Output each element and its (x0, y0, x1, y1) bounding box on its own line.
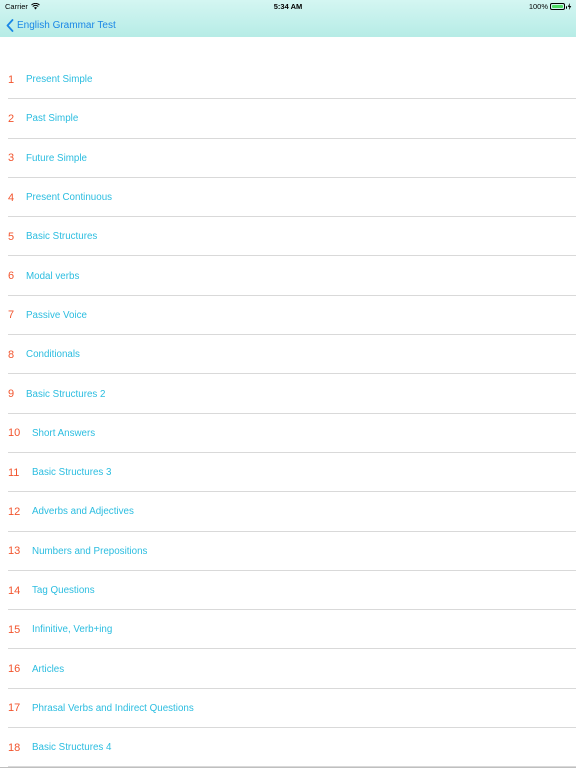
list-item[interactable]: 4 Present Continuous (0, 178, 576, 218)
item-number: 5 (8, 230, 15, 243)
list-item[interactable]: 15 Infinitive, Verb+ing (0, 610, 576, 650)
item-number: 7 (8, 309, 15, 322)
item-number: 9 (8, 388, 15, 401)
item-number: 18 (8, 741, 21, 754)
chevron-left-icon (6, 18, 14, 32)
item-number: 10 (8, 427, 21, 440)
item-title: Phrasal Verbs and Indirect Questions (32, 702, 194, 714)
header-bar: Carrier 5:34 AM 100% English Grammar Tes… (0, 0, 576, 37)
item-title: Short Answers (32, 427, 96, 439)
back-button-label: English Grammar Test (17, 19, 116, 31)
list-item[interactable]: 14 Tag Questions (0, 571, 576, 611)
item-title: Articles (32, 663, 65, 675)
item-title: Basic Structures 2 (26, 388, 106, 400)
status-bar: Carrier 5:34 AM 100% (0, 0, 576, 12)
item-title: Past Simple (26, 113, 79, 125)
list-item[interactable]: 2 Past Simple (0, 99, 576, 139)
item-number: 4 (8, 191, 15, 204)
list-item[interactable]: 6 Modal verbs (0, 256, 576, 297)
list-item[interactable]: 11 Basic Structures 3 (0, 453, 576, 493)
list-item[interactable]: 8 Conditionals (0, 335, 576, 375)
item-number: 1 (8, 73, 15, 86)
list-item[interactable]: 1 Present Simple (0, 60, 576, 100)
item-number: 14 (8, 584, 21, 597)
item-title: Basic Structures (26, 231, 98, 243)
navigation-bar: English Grammar Test (0, 14, 576, 36)
item-title: Basic Structures 3 (32, 467, 112, 479)
list-item[interactable]: 9 Basic Structures 2 (0, 374, 576, 414)
lesson-list: 1 Present Simple 2 Past Simple 3 Future Sim… (0, 60, 576, 768)
list-item[interactable]: 3 Future Simple (0, 139, 576, 179)
item-title: Infinitive, Verb+ing (32, 624, 113, 636)
item-number: 2 (8, 112, 15, 125)
item-number: 12 (8, 505, 21, 518)
item-title: Present Continuous (26, 192, 113, 204)
list-item[interactable]: 13 Numbers and Prepositions (0, 532, 576, 572)
item-title: Adverbs and Adjectives (32, 506, 134, 518)
item-title: Basic Structures 4 (32, 742, 112, 754)
item-title: Passive Voice (26, 309, 87, 321)
status-time: 5:34 AM (273, 2, 303, 11)
item-number: 16 (8, 663, 21, 676)
item-title: Conditionals (26, 349, 80, 361)
item-title: Present Simple (26, 74, 93, 86)
list-item[interactable]: 18 Basic Structures 4 (0, 728, 576, 768)
item-number: 17 (8, 702, 21, 715)
item-number: 13 (8, 545, 21, 558)
item-title: Numbers and Prepositions (32, 545, 148, 557)
charging-icon (567, 3, 572, 10)
back-button[interactable]: English Grammar Test (6, 18, 116, 32)
battery-indicator: 100% (529, 2, 572, 11)
item-number: 3 (8, 152, 15, 165)
battery-icon (550, 3, 567, 10)
item-number: 8 (8, 348, 15, 361)
item-title: Modal verbs (26, 270, 80, 282)
item-title: Tag Questions (32, 585, 95, 596)
item-number: 11 (8, 466, 20, 479)
item-number: 15 (8, 623, 21, 636)
battery-percent: 100% (528, 2, 548, 11)
list-item[interactable]: 7 Passive Voice (0, 296, 576, 336)
list-item[interactable]: 17 Phrasal Verbs and Indirect Questions (0, 689, 576, 729)
list-item[interactable]: 16 Articles (0, 649, 576, 690)
item-title: Future Simple (26, 152, 87, 164)
list-item[interactable]: 10 Short Answers (0, 414, 576, 454)
item-number: 6 (8, 270, 15, 283)
list-item[interactable]: 12 Adverbs and Adjectives (0, 492, 576, 532)
list-item[interactable]: 5 Basic Structures (0, 217, 576, 257)
